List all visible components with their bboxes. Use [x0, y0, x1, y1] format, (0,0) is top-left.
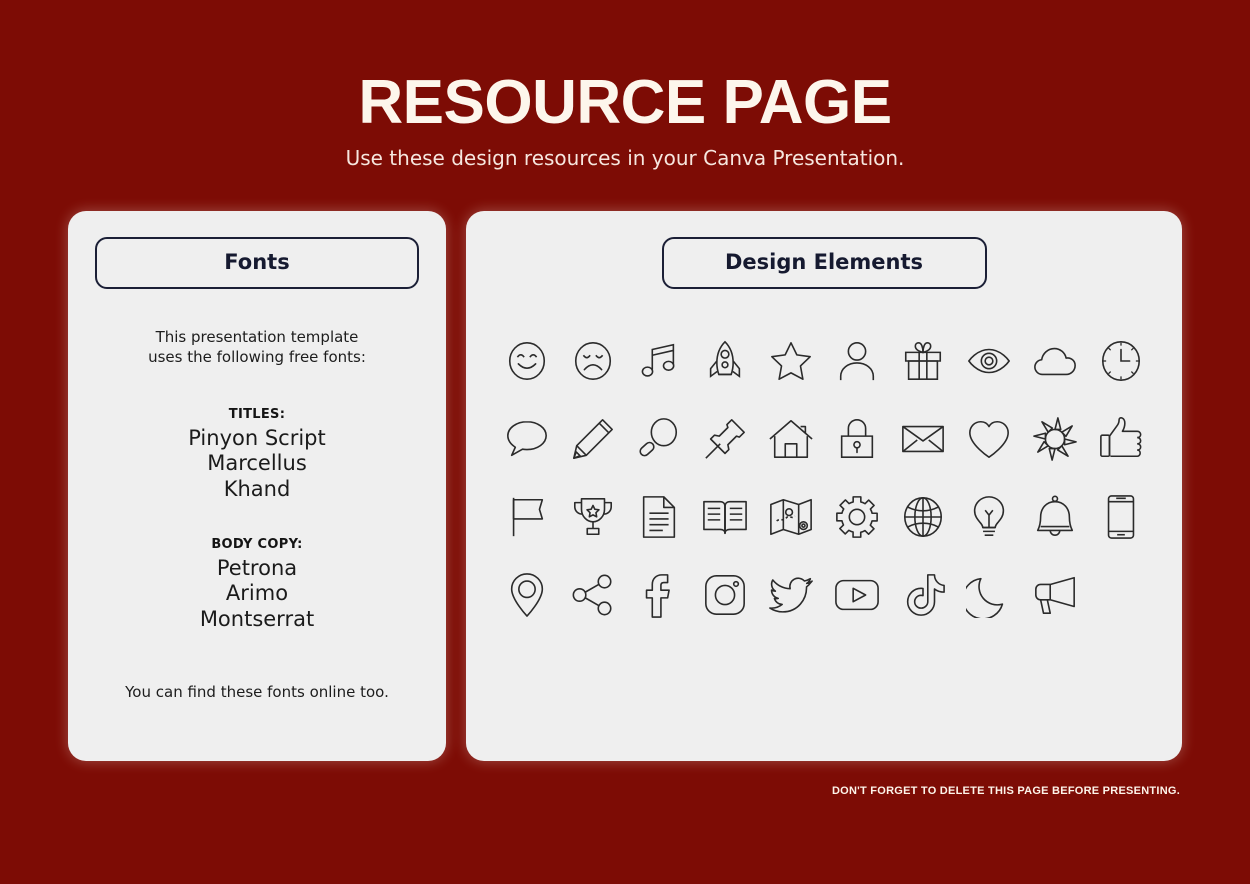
rocket-icon[interactable]	[696, 331, 754, 391]
font-name: Khand	[223, 477, 291, 502]
fonts-badge: Fonts	[95, 237, 419, 289]
eye-icon[interactable]	[960, 331, 1018, 391]
map-icon[interactable]	[762, 487, 820, 547]
page-subtitle: Use these design resources in your Canva…	[345, 146, 905, 170]
speech-bubble-icon[interactable]	[498, 409, 556, 469]
font-name: Pinyon Script	[188, 425, 326, 450]
music-note-icon[interactable]	[630, 331, 688, 391]
megaphone-icon[interactable]	[1026, 565, 1084, 625]
fonts-group-body-copy: BODY COPY: Petrona Arimo Montserrat	[68, 537, 446, 633]
clock-icon[interactable]	[1092, 331, 1150, 391]
envelope-icon[interactable]	[894, 409, 952, 469]
design-elements-badge: Design Elements	[661, 237, 987, 289]
house-icon[interactable]	[762, 409, 820, 469]
fonts-panel: Fonts This presentation template uses th…	[68, 211, 446, 761]
page-header: RESOURCE PAGE Use these design resources…	[0, 0, 1250, 171]
design-elements-panel: Design Elements	[466, 211, 1182, 761]
star-icon[interactable]	[762, 331, 820, 391]
fonts-footnote: You can find these fonts online too.	[125, 682, 389, 701]
sun-icon[interactable]	[1026, 409, 1084, 469]
gear-icon[interactable]	[828, 487, 886, 547]
cloud-icon[interactable]	[1026, 331, 1084, 391]
font-name: Montserrat	[199, 606, 315, 631]
fonts-group-label-titles: TITLES:	[228, 406, 286, 422]
font-name: Marcellus	[207, 451, 307, 476]
moon-icon[interactable]	[960, 565, 1018, 625]
pushpin-icon[interactable]	[696, 409, 754, 469]
footer-note: DON'T FORGET TO DELETE THIS PAGE BEFORE …	[831, 785, 1180, 797]
tiktok-icon[interactable]	[894, 565, 952, 625]
thumbs-up-icon[interactable]	[1092, 409, 1150, 469]
panels-container: Fonts This presentation template uses th…	[0, 211, 1250, 761]
location-pin-icon[interactable]	[498, 565, 556, 625]
flag-icon[interactable]	[498, 487, 556, 547]
magnifying-glass-icon[interactable]	[630, 409, 688, 469]
font-name: Petrona	[216, 555, 298, 580]
fonts-intro-line-1: This presentation template	[155, 328, 359, 346]
trophy-icon[interactable]	[564, 487, 622, 547]
fonts-panel-body: This presentation template uses the foll…	[68, 328, 446, 701]
pencil-icon[interactable]	[564, 409, 622, 469]
fonts-group-titles: TITLES: Pinyon Script Marcellus Khand	[68, 407, 446, 503]
youtube-icon[interactable]	[828, 565, 886, 625]
share-icon[interactable]	[564, 565, 622, 625]
fonts-intro-line-2: uses the following free fonts:	[148, 347, 366, 366]
fonts-group-label-body-copy: BODY COPY:	[211, 536, 303, 552]
page-title: RESOURCE PAGE	[358, 68, 892, 137]
gift-icon[interactable]	[894, 331, 952, 391]
smiley-face-icon[interactable]	[498, 331, 556, 391]
sad-face-icon[interactable]	[564, 331, 622, 391]
lock-icon[interactable]	[828, 409, 886, 469]
instagram-icon[interactable]	[696, 565, 754, 625]
document-icon[interactable]	[630, 487, 688, 547]
design-elements-icon-grid	[494, 331, 1154, 625]
smartphone-icon[interactable]	[1092, 487, 1150, 547]
bell-icon[interactable]	[1026, 487, 1084, 547]
heart-icon[interactable]	[960, 409, 1018, 469]
twitter-icon[interactable]	[762, 565, 820, 625]
facebook-icon[interactable]	[630, 565, 688, 625]
fonts-intro: This presentation template uses the foll…	[68, 328, 446, 368]
lightbulb-icon[interactable]	[960, 487, 1018, 547]
open-book-icon[interactable]	[696, 487, 754, 547]
person-icon[interactable]	[828, 331, 886, 391]
font-name: Arimo	[225, 581, 289, 606]
globe-icon[interactable]	[894, 487, 952, 547]
